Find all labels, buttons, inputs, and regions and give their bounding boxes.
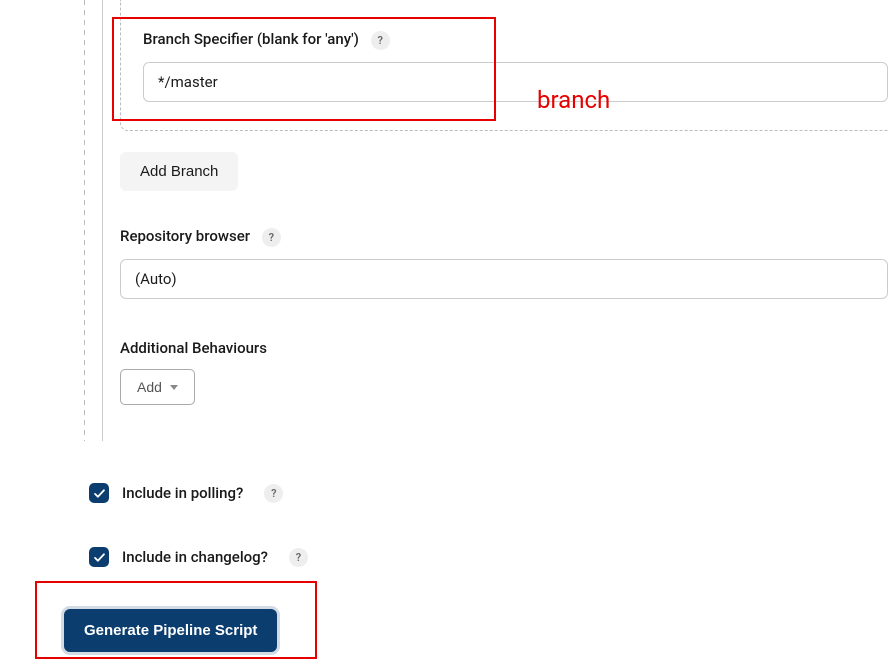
- include-in-polling-row: Include in polling? ?: [89, 483, 283, 503]
- repository-browser-section: Repository browser ? (Auto): [120, 227, 888, 299]
- inner-solid-guide: [102, 0, 103, 441]
- chevron-down-icon: [170, 385, 178, 390]
- annotation-label-branch: branch: [537, 86, 610, 114]
- add-branch-button[interactable]: Add Branch: [120, 152, 238, 191]
- add-behaviour-button[interactable]: Add: [120, 369, 195, 405]
- include-in-changelog-checkbox[interactable]: [89, 547, 109, 567]
- branch-specifier-container: Branch Specifier (blank for 'any') ?: [120, 0, 888, 131]
- add-behaviour-label: Add: [137, 379, 162, 395]
- repository-browser-select[interactable]: (Auto): [120, 259, 888, 299]
- help-icon[interactable]: ?: [289, 548, 308, 567]
- repository-browser-value: (Auto): [135, 270, 177, 288]
- additional-behaviours-label: Additional Behaviours: [120, 339, 267, 357]
- checkmark-icon: [93, 551, 106, 564]
- include-in-changelog-label: Include in changelog?: [122, 548, 268, 566]
- checkmark-icon: [93, 487, 106, 500]
- outer-dashed-guide: [84, 0, 85, 441]
- generate-pipeline-script-button[interactable]: Generate Pipeline Script: [64, 609, 277, 652]
- additional-behaviours-section: Additional Behaviours Add: [120, 339, 267, 405]
- include-in-polling-checkbox[interactable]: [89, 483, 109, 503]
- repository-browser-label: Repository browser: [120, 227, 250, 245]
- help-icon[interactable]: ?: [262, 228, 281, 247]
- include-in-changelog-row: Include in changelog? ?: [89, 547, 308, 567]
- branch-specifier-label: Branch Specifier (blank for 'any'): [143, 30, 359, 48]
- help-icon[interactable]: ?: [371, 31, 390, 50]
- help-icon[interactable]: ?: [264, 484, 283, 503]
- branch-specifier-input[interactable]: [143, 62, 888, 102]
- add-branch-section: Add Branch: [120, 152, 238, 191]
- include-in-polling-label: Include in polling?: [122, 484, 243, 502]
